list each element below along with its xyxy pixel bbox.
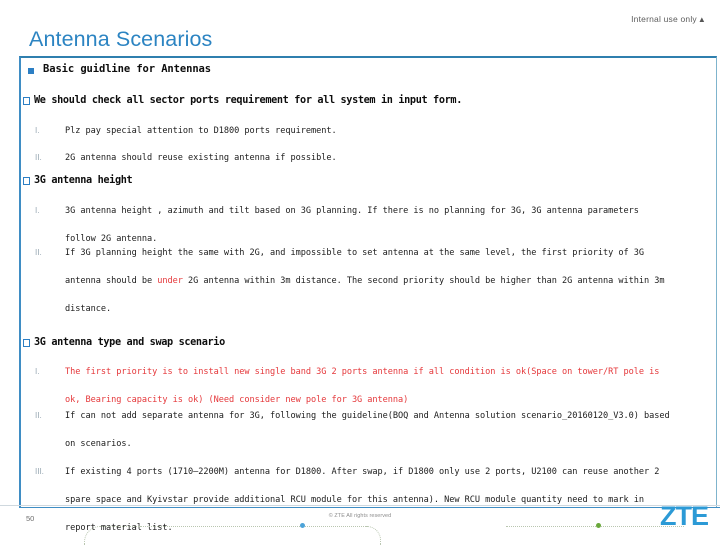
footer-decoration-curve-left (84, 526, 141, 545)
list-item-line: Plz pay special attention to D1800 ports… (65, 126, 337, 136)
box-bullet-icon (23, 97, 30, 105)
footer-divider (0, 505, 720, 506)
line-text: antenna should be (65, 276, 158, 286)
subsection-heading-label: We should check all sector ports require… (34, 95, 462, 106)
footer-dot-green-icon (596, 523, 601, 528)
line-text: 2G antenna within 3m distance. The secon… (182, 276, 665, 286)
list-item-line: If can not add separate antenna for 3G, … (65, 411, 670, 421)
footer-dot-blue-icon (300, 523, 305, 528)
internal-use-label: Internal use only (631, 14, 697, 24)
list-item-line: ok, Bearing capacity is ok) (Need consid… (65, 395, 409, 405)
internal-use-notice: Internal use only▲ (631, 14, 706, 24)
list-item: I. 3G antenna height , azimuth and tilt b… (21, 204, 716, 246)
list-item-line: on scenarios. (65, 439, 132, 449)
list-item: II. 2G antenna should reuse existing ante… (21, 151, 716, 165)
footer-accent-rule (19, 507, 720, 508)
page-number: 50 (26, 514, 35, 523)
list-item-line: antenna should be under 2G antenna withi… (65, 274, 716, 288)
list-item-line: If existing 4 ports (1710–2200M) antenna… (65, 467, 660, 477)
footer-dotted-line-left (138, 526, 368, 528)
list-item-line: follow 2G antenna. (65, 234, 158, 244)
list-item-number: II. (35, 248, 42, 257)
section-heading: Basic guidline for Antennas (21, 63, 716, 75)
subsection-heading: We should check all sector ports require… (21, 95, 716, 106)
subsection-heading: 3G antenna height (21, 175, 716, 186)
subsection-heading-label: 3G antenna type and swap scenario (34, 337, 225, 348)
list-item-number: II. (35, 411, 42, 420)
list-item-line: 2G antenna should reuse existing antenna… (65, 153, 337, 163)
page-title: Antenna Scenarios (29, 27, 213, 51)
list-item: I. The first priority is to install new s… (21, 365, 716, 407)
subsection-heading-label: 3G antenna height (34, 175, 133, 186)
list-item: II. If 3G planning height the same with 2… (21, 246, 716, 316)
square-bullet-icon (28, 68, 34, 74)
box-bullet-icon (23, 177, 30, 185)
footer-dotted-line-right (506, 526, 684, 528)
list-item-number: III. (35, 467, 44, 476)
list-item-number: I. (35, 367, 40, 376)
triangle-icon: ▲ (697, 15, 706, 24)
section-heading-label: Basic guidline for Antennas (43, 63, 211, 75)
list-item-line: distance. (65, 304, 112, 314)
footer-decoration-curve-right (366, 526, 381, 545)
list-item-number: I. (35, 126, 40, 135)
content-frame: Basic guidline for Antennas We should che… (19, 56, 717, 533)
zte-logo: ZTE (660, 501, 709, 531)
subsection-heading: 3G antenna type and swap scenario (21, 337, 716, 348)
list-item-number: I. (35, 206, 40, 215)
slide-footer: 50 © ZTE All rights reserved ZTE (0, 501, 720, 545)
list-item-line: If 3G planning height the same with 2G, … (65, 248, 644, 258)
slide-header: Internal use only▲ Antenna Scenarios (0, 0, 720, 56)
content-body: Basic guidline for Antennas We should che… (21, 58, 716, 533)
list-item: II. If can not add separate antenna for 3… (21, 409, 716, 451)
list-item-line: 3G antenna height , azimuth and tilt bas… (65, 206, 639, 216)
list-item-number: II. (35, 153, 42, 162)
list-item-line: The first priority is to install new sin… (65, 367, 660, 377)
box-bullet-icon (23, 339, 30, 347)
list-item: I. Plz pay special attention to D1800 por… (21, 124, 716, 138)
emphasised-word: under (157, 276, 183, 286)
copyright-text: © ZTE All rights reserved (328, 513, 392, 519)
